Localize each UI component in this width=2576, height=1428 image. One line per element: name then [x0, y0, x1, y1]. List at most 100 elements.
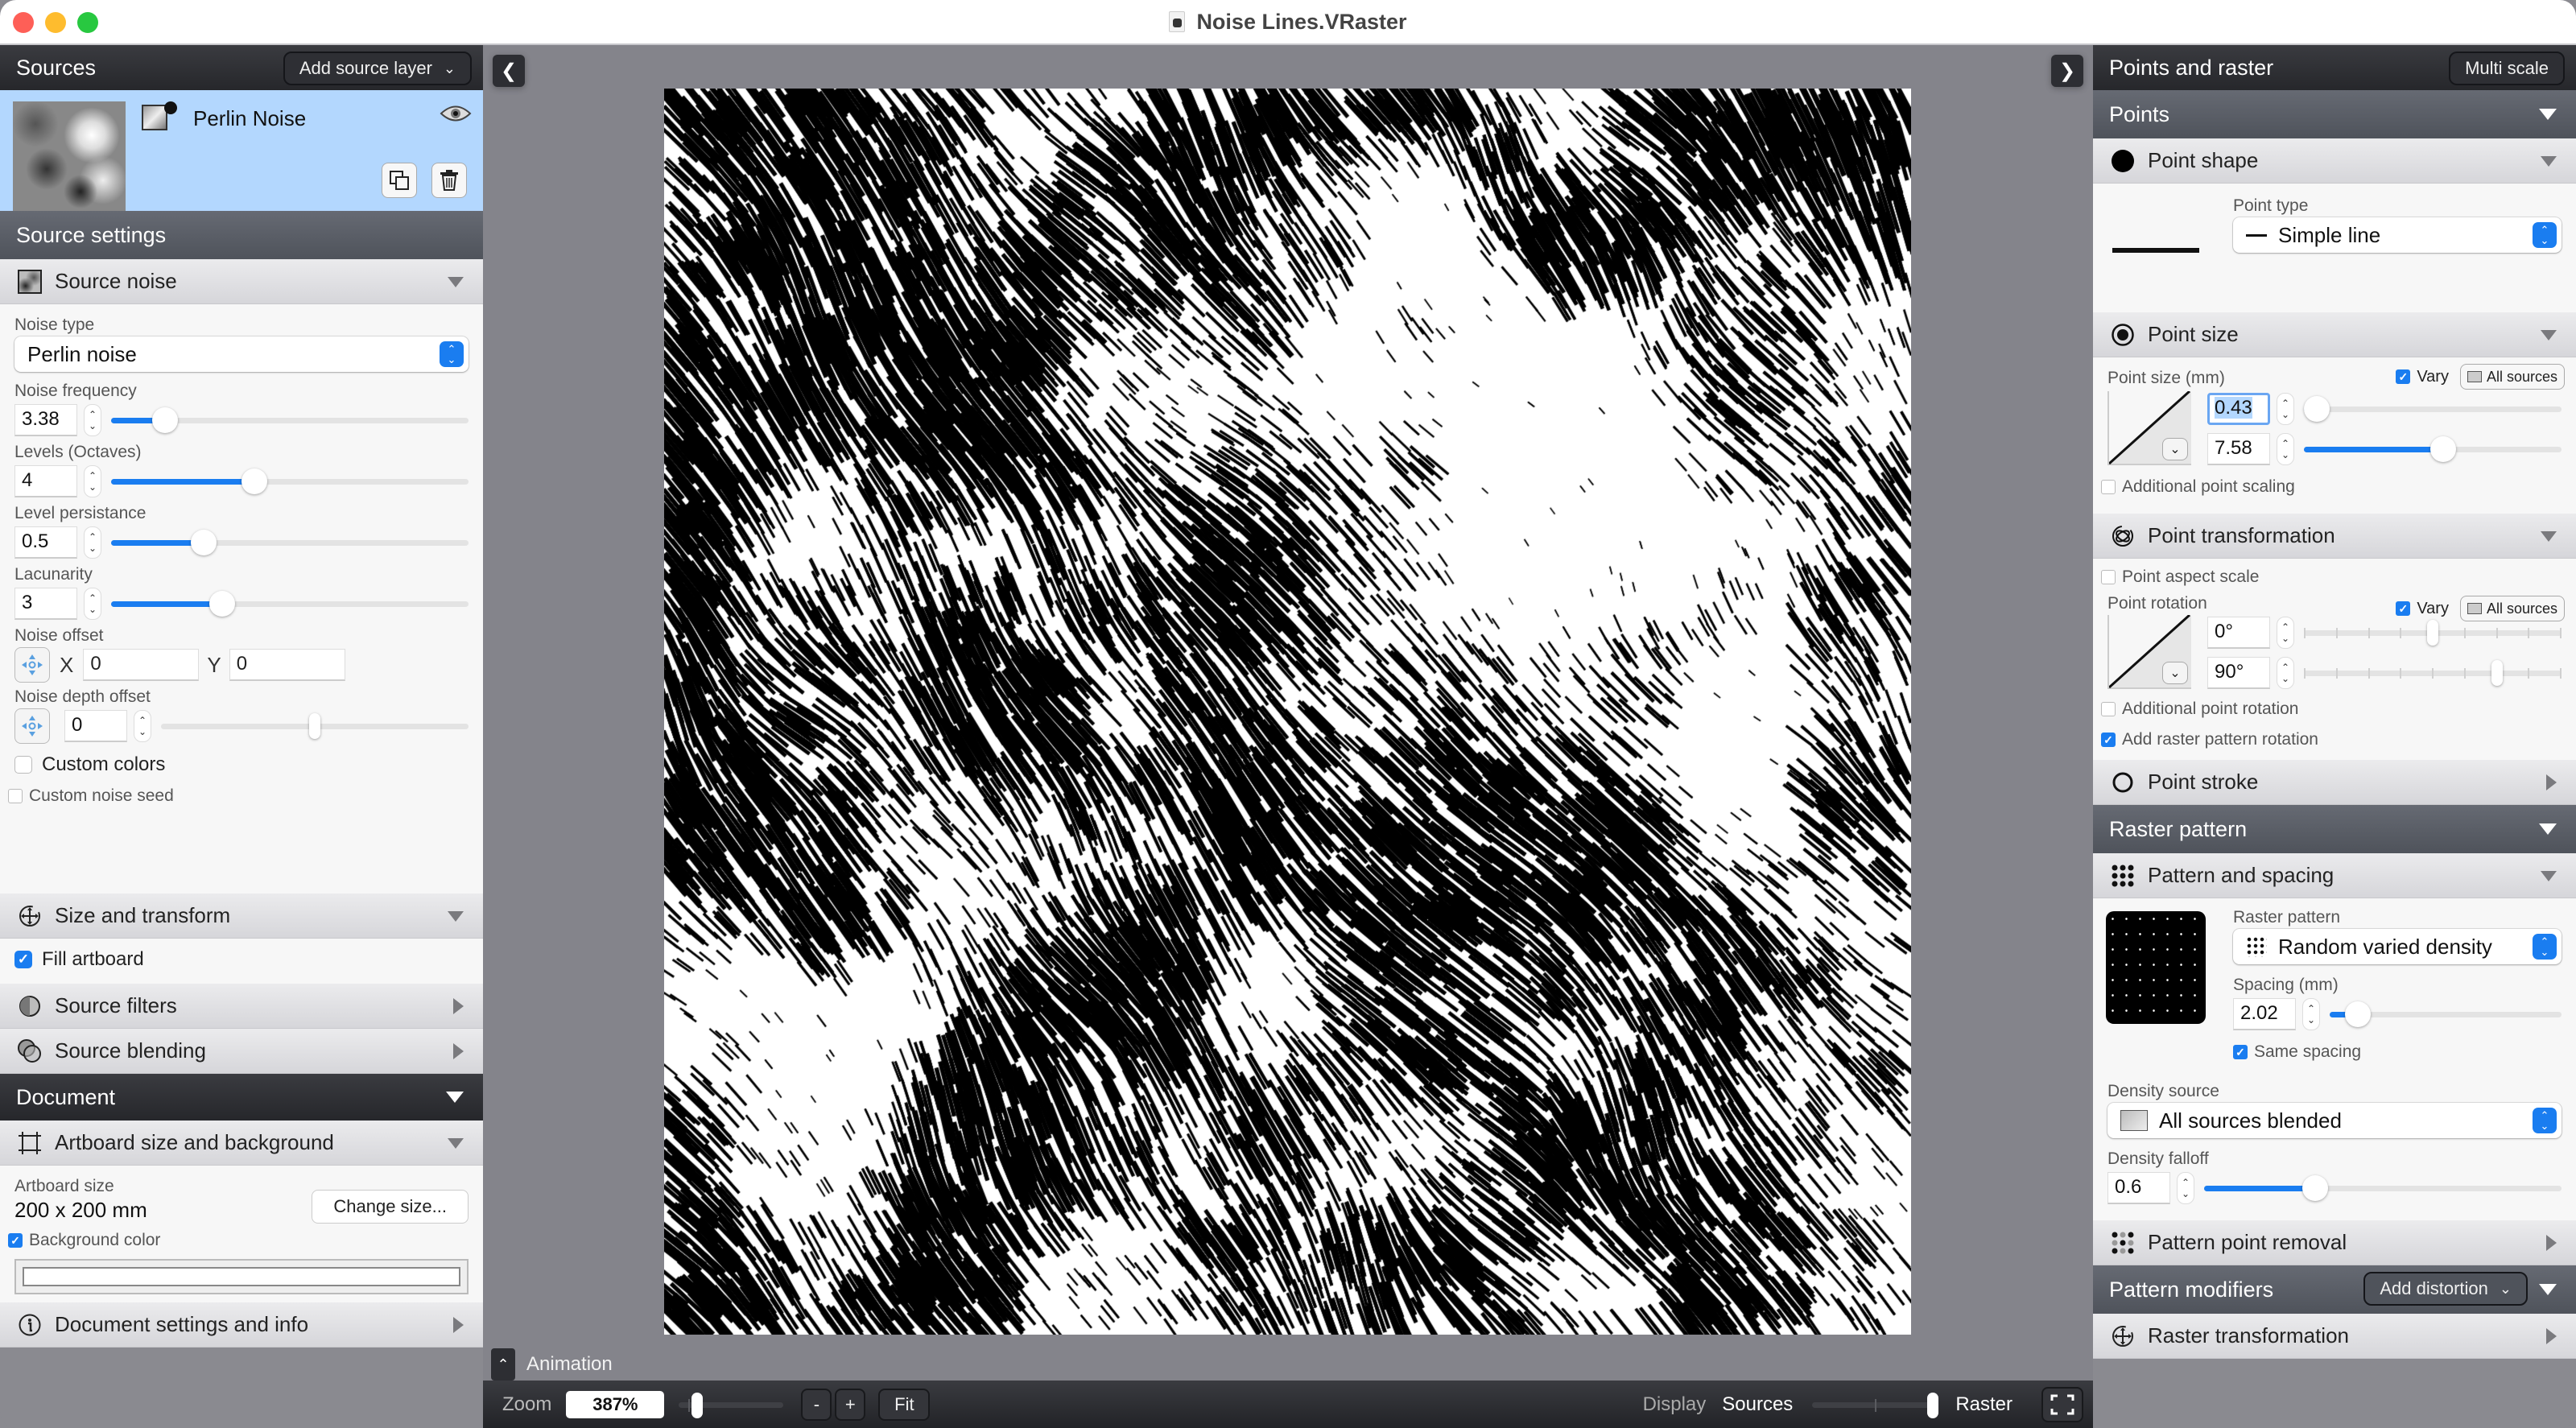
- additional-scaling-checkbox[interactable]: [2101, 480, 2116, 494]
- point-size-vary-checkbox[interactable]: ✓: [2396, 369, 2411, 384]
- level-persistance-slider[interactable]: [111, 526, 469, 559]
- source-layer-row[interactable]: Perlin Noise: [0, 90, 483, 214]
- offset-y-input[interactable]: 0: [229, 649, 345, 681]
- chevron-up-icon[interactable]: ⌃: [491, 1348, 515, 1381]
- point-size-max-stepper[interactable]: ⌃ ⌄: [2277, 433, 2294, 465]
- zoom-value-field[interactable]: 387%: [566, 1390, 665, 1418]
- pattern-point-removal-section[interactable]: Pattern point removal: [2093, 1220, 2576, 1265]
- collapse-triangle-icon[interactable]: [2541, 530, 2557, 542]
- fill-artboard-row[interactable]: ✓ Fill artboard: [14, 943, 469, 976]
- source-filters-section[interactable]: Source filters: [0, 984, 483, 1029]
- collapse-triangle-icon[interactable]: [448, 1137, 464, 1149]
- custom-seed-row[interactable]: Custom noise seed: [8, 781, 469, 811]
- collapse-left-panel-button[interactable]: ❮: [493, 55, 525, 87]
- additional-rotation-row[interactable]: Additional point rotation: [2101, 694, 2562, 724]
- background-color-row[interactable]: ✓ Background color: [8, 1225, 469, 1256]
- fill-artboard-checkbox[interactable]: ✓: [14, 951, 32, 968]
- point-size-max-slider[interactable]: [2304, 433, 2562, 465]
- pattern-modifiers-header[interactable]: Pattern modifiers Add distortion ⌄: [2093, 1265, 2576, 1314]
- expand-triangle-icon[interactable]: [453, 997, 464, 1014]
- noise-frequency-stepper[interactable]: ⌃ ⌄: [84, 404, 101, 436]
- density-falloff-slider[interactable]: [2204, 1172, 2562, 1204]
- point-stroke-section[interactable]: Point stroke: [2093, 760, 2576, 805]
- same-spacing-row[interactable]: ✓ Same spacing: [2233, 1037, 2562, 1067]
- size-transform-section[interactable]: Size and transform: [0, 894, 483, 939]
- point-type-select[interactable]: Simple line ⌃ ⌄: [2233, 217, 2562, 253]
- rotation-vary-checkbox[interactable]: ✓: [2396, 601, 2411, 616]
- noise-type-select[interactable]: Perlin noise ⌃ ⌄: [14, 336, 469, 372]
- rotation-max-stepper[interactable]: ⌃ ⌄: [2277, 657, 2294, 689]
- point-size-curve[interactable]: ⌄: [2107, 391, 2191, 465]
- collapse-triangle-icon[interactable]: [446, 1092, 464, 1103]
- expand-triangle-icon[interactable]: [2546, 774, 2557, 790]
- rotation-max-input[interactable]: 90°: [2207, 657, 2270, 689]
- points-header[interactable]: Points: [2093, 90, 2576, 138]
- density-falloff-stepper[interactable]: ⌃ ⌄: [2177, 1172, 2194, 1204]
- spacing-slider[interactable]: [2330, 998, 2562, 1030]
- spacing-stepper[interactable]: ⌃ ⌄: [2302, 998, 2320, 1030]
- collapse-right-panel-button[interactable]: ❯: [2051, 55, 2083, 87]
- multi-scale-button[interactable]: Multi scale: [2449, 52, 2565, 85]
- collapse-triangle-icon[interactable]: [448, 910, 464, 922]
- raster-rotation-checkbox[interactable]: ✓: [2101, 733, 2116, 747]
- curve-dropdown-button[interactable]: ⌄: [2162, 438, 2188, 460]
- raster-pattern-select[interactable]: Random varied density ⌃ ⌄: [2233, 929, 2562, 964]
- rotation-min-stepper[interactable]: ⌃ ⌄: [2277, 617, 2294, 649]
- curve-dropdown-button[interactable]: ⌄: [2162, 662, 2188, 684]
- collapse-triangle-icon[interactable]: [2541, 155, 2557, 167]
- custom-colors-checkbox[interactable]: [14, 756, 32, 774]
- rotation-min-input[interactable]: 0°: [2207, 617, 2270, 649]
- collapse-triangle-icon[interactable]: [448, 276, 464, 287]
- add-distortion-button[interactable]: Add distortion ⌄: [2363, 1272, 2528, 1306]
- levels-input[interactable]: 4: [14, 465, 77, 497]
- aspect-scale-row[interactable]: Point aspect scale: [2101, 562, 2562, 592]
- rotation-curve[interactable]: ⌄: [2107, 615, 2191, 689]
- level-persistance-input[interactable]: 0.5: [14, 526, 77, 559]
- density-falloff-input[interactable]: 0.6: [2107, 1172, 2170, 1204]
- lacunarity-input[interactable]: 3: [14, 588, 77, 620]
- lacunarity-slider[interactable]: [111, 588, 469, 620]
- point-size-section[interactable]: Point size: [2093, 312, 2576, 357]
- source-blending-section[interactable]: Source blending: [0, 1029, 483, 1074]
- expand-triangle-icon[interactable]: [2546, 1234, 2557, 1251]
- delete-source-button[interactable]: [431, 163, 467, 198]
- raster-pattern-header[interactable]: Raster pattern: [2093, 805, 2576, 853]
- pattern-spacing-section[interactable]: Pattern and spacing: [2093, 853, 2576, 898]
- rotation-min-slider[interactable]: [2304, 617, 2562, 649]
- collapse-triangle-icon[interactable]: [2539, 1284, 2557, 1295]
- document-settings-section[interactable]: Document settings and info: [0, 1302, 483, 1348]
- add-source-layer-button[interactable]: Add source layer ⌄: [283, 52, 472, 85]
- zoom-fit-button[interactable]: Fit: [878, 1388, 931, 1421]
- point-size-all-sources-button[interactable]: All sources: [2459, 364, 2565, 390]
- display-raster-label[interactable]: Raster: [1955, 1393, 2013, 1416]
- change-size-button[interactable]: Change size...: [312, 1190, 469, 1224]
- expand-triangle-icon[interactable]: [453, 1042, 464, 1059]
- lacunarity-stepper[interactable]: ⌃ ⌄: [84, 588, 101, 620]
- additional-rotation-checkbox[interactable]: [2101, 702, 2116, 716]
- point-shape-section[interactable]: Point shape: [2093, 138, 2576, 184]
- collapse-triangle-icon[interactable]: [2539, 823, 2557, 835]
- same-spacing-checkbox[interactable]: ✓: [2233, 1045, 2248, 1059]
- collapse-triangle-icon[interactable]: [2541, 329, 2557, 340]
- noise-offset-move-button[interactable]: [14, 647, 50, 683]
- aspect-scale-checkbox[interactable]: [2101, 570, 2116, 584]
- expand-triangle-icon[interactable]: [2546, 1327, 2557, 1344]
- artboard-section[interactable]: Artboard size and background: [0, 1121, 483, 1166]
- additional-scaling-row[interactable]: Additional point scaling: [2101, 472, 2562, 502]
- density-source-select[interactable]: All sources blended ⌃ ⌄: [2107, 1103, 2562, 1138]
- expand-triangle-icon[interactable]: [453, 1316, 464, 1333]
- collapse-triangle-icon[interactable]: [2541, 870, 2557, 881]
- levels-slider[interactable]: [111, 465, 469, 497]
- raster-transformation-section[interactable]: Raster transformation: [2093, 1314, 2576, 1359]
- collapse-triangle-icon[interactable]: [2539, 109, 2557, 120]
- duplicate-source-button[interactable]: [382, 163, 417, 198]
- zoom-slider[interactable]: [679, 1391, 784, 1418]
- background-color-well[interactable]: [14, 1259, 469, 1294]
- eye-icon[interactable]: [440, 105, 472, 122]
- depth-offset-input[interactable]: 0: [64, 710, 127, 742]
- raster-rotation-row[interactable]: ✓ Add raster pattern rotation: [2101, 724, 2562, 755]
- depth-offset-slider[interactable]: [161, 710, 469, 742]
- noise-frequency-input[interactable]: 3.38: [14, 404, 77, 436]
- custom-seed-checkbox[interactable]: [8, 789, 23, 803]
- source-noise-section[interactable]: Source noise: [0, 259, 483, 304]
